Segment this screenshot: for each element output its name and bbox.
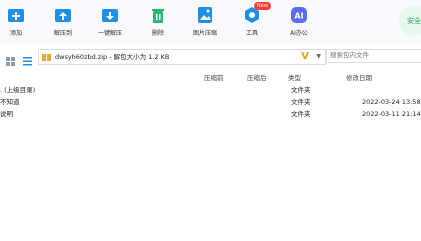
- grid-view-icon[interactable]: [6, 51, 15, 66]
- new-badge: New: [254, 2, 271, 10]
- extract-to-icon: [55, 9, 71, 22]
- row-date: 2022-03-11 21:14: [362, 110, 421, 118]
- tools-label: 工具: [245, 30, 258, 37]
- row-name: 说明: [0, 110, 13, 118]
- extract-to-button[interactable]: 解压到: [41, 6, 85, 37]
- svg-text:AI: AI: [294, 12, 303, 21]
- one-click-extract-icon: [102, 9, 118, 22]
- column-date[interactable]: 修改日期: [346, 72, 372, 82]
- path-text: dwsyh60zbd.zip - 解包大小为 1.2 KB: [55, 53, 170, 61]
- add-label: 添加: [9, 30, 22, 37]
- toolbar: 添加 解压到 一键解压 删除 图片压缩 New 工具 AI AI办公 安全: [0, 0, 421, 44]
- list-view-icon[interactable]: [23, 51, 33, 66]
- ai-office-label: AI办公: [290, 30, 308, 37]
- zip-file-icon: [42, 54, 51, 61]
- table-row[interactable]: 说明 文件夹 2022-03-11 21:14: [0, 108, 421, 120]
- safe-badge[interactable]: 安全: [399, 6, 421, 36]
- table-row[interactable]: . (上级目录) 文件夹: [0, 84, 421, 96]
- row-type: 文件夹: [291, 110, 311, 118]
- delete-icon: [152, 9, 164, 23]
- image-compress-icon: [198, 7, 212, 23]
- row-type: 文件夹: [291, 98, 311, 106]
- row-name: 不知道: [0, 98, 20, 106]
- add-icon: [8, 9, 24, 22]
- extract-to-label: 解压到: [53, 30, 72, 37]
- ai-office-icon: AI: [291, 7, 307, 23]
- column-before[interactable]: 压缩前: [204, 72, 224, 82]
- chevron-down-icon[interactable]: ▼: [316, 50, 321, 64]
- delete-button[interactable]: 删除: [136, 6, 180, 37]
- column-header: 压缩前 压缩后 类型 修改日期: [0, 72, 421, 82]
- row-date: 2022-03-24 13:58: [362, 98, 421, 106]
- row-name: . (上级目录): [0, 86, 36, 94]
- row-type: 文件夹: [291, 86, 311, 94]
- column-after[interactable]: 压缩后: [247, 72, 267, 82]
- column-type[interactable]: 类型: [288, 72, 301, 82]
- image-compress-label: 图片压缩: [192, 30, 217, 37]
- path-field[interactable]: dwsyh60zbd.zip - 解包大小为 1.2 KB V ▼: [38, 49, 326, 65]
- table-row[interactable]: 不知道 文件夹 2022-03-24 13:58: [0, 96, 421, 108]
- image-compress-button[interactable]: 图片压缩: [183, 6, 227, 37]
- ai-office-button[interactable]: AI AI办公: [277, 6, 321, 37]
- delete-label: 删除: [151, 30, 164, 37]
- view-toggle: [6, 51, 35, 70]
- v-logo-icon: V: [301, 51, 309, 62]
- tools-button[interactable]: New 工具: [230, 2, 274, 37]
- address-bar: dwsyh60zbd.zip - 解包大小为 1.2 KB V ▼: [0, 46, 421, 66]
- one-click-extract-label: 一键解压: [97, 30, 122, 37]
- one-click-extract-button[interactable]: 一键解压: [88, 6, 132, 37]
- add-button[interactable]: 添加: [0, 6, 38, 37]
- search-input[interactable]: [326, 49, 421, 63]
